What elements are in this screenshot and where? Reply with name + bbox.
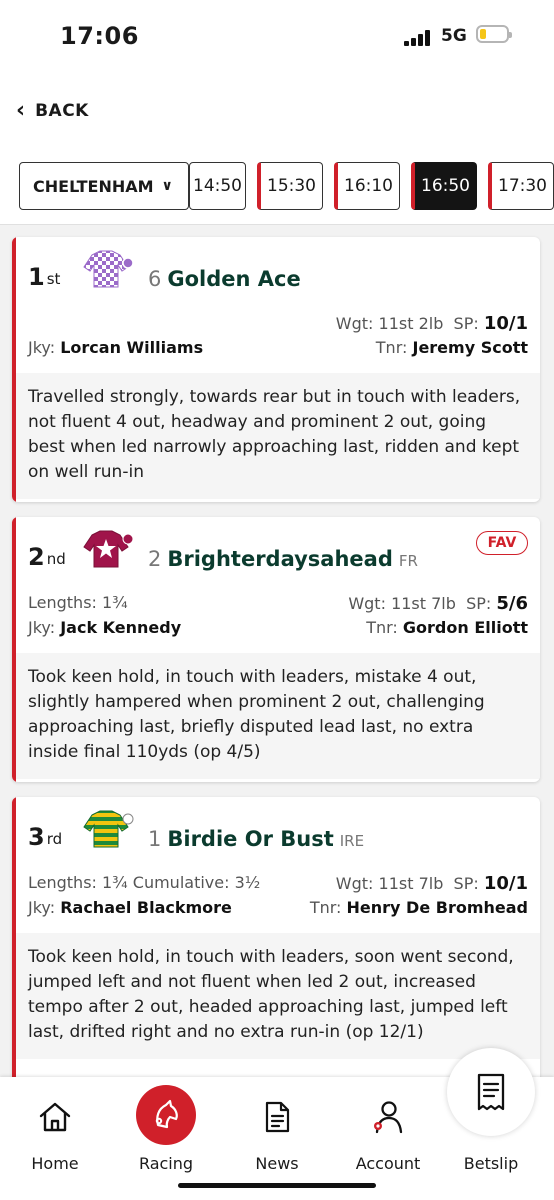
signal-icon bbox=[404, 30, 436, 46]
chevron-down-icon: ∨ bbox=[161, 178, 173, 194]
lengths-weight-sp-row: Lengths: 1¾ Wgt: 11st 7lb SP: 5/6 bbox=[28, 593, 528, 614]
back-label: BACK bbox=[35, 100, 89, 121]
jockey-silks-icon bbox=[83, 250, 134, 288]
jockey-trainer-row: Jky: Lorcan Williams Tnr: Jeremy Scott bbox=[28, 338, 528, 357]
jockey-trainer-row: Jky: Rachael Blackmore Tnr: Henry De Bro… bbox=[28, 898, 528, 917]
favourite-badge: FAV bbox=[476, 531, 528, 555]
horse-name[interactable]: 1 Birdie Or Bust IRE bbox=[148, 827, 364, 851]
tab-label: News bbox=[255, 1154, 299, 1173]
lengths-weight-sp-row: Lengths: 1¾ Cumulative: 3½ Wgt: 11st 7lb… bbox=[28, 873, 528, 894]
tab-news[interactable]: News bbox=[222, 1077, 332, 1187]
chevron-left-icon: ‹ bbox=[16, 98, 26, 123]
network-label: 5G bbox=[441, 26, 467, 46]
back-button[interactable]: ‹ BACK bbox=[16, 98, 89, 123]
race-header: ‹ BACK CHELTENHAM ∨ 14:50 15:30 16:10 16… bbox=[0, 72, 554, 225]
jockey-silks-icon bbox=[83, 810, 134, 848]
race-comment: Took keen hold, in touch with leaders, m… bbox=[16, 653, 540, 779]
betslip-receipt-icon bbox=[477, 1073, 505, 1111]
race-comment: Travelled strongly, towards rear but in … bbox=[16, 373, 540, 499]
status-bar: 17:06 5G bbox=[0, 0, 554, 72]
tab-home[interactable]: Home bbox=[0, 1077, 110, 1187]
jockey-silks-icon bbox=[83, 530, 134, 568]
battery-icon bbox=[476, 25, 512, 43]
race-time-tab[interactable]: 15:30 bbox=[257, 162, 323, 210]
race-time-tab[interactable]: 14:50 bbox=[189, 162, 246, 210]
horse-head-icon bbox=[155, 1099, 178, 1129]
result-card[interactable]: 3rd 1 Birdie Or Bust IRE Lengths: 1¾ Cumul… bbox=[12, 797, 540, 1097]
race-time-tab-selected[interactable]: 16:50 bbox=[411, 162, 477, 210]
betslip-label: Betslip bbox=[463, 1154, 519, 1173]
news-document-icon bbox=[265, 1101, 290, 1133]
home-indicator bbox=[178, 1183, 376, 1188]
venue-label: CHELTENHAM bbox=[33, 176, 154, 196]
venue-select[interactable]: CHELTENHAM ∨ bbox=[19, 162, 189, 210]
weight-sp-row: Wgt: 11st 2lb SP: 10/1 bbox=[335, 313, 528, 334]
race-time-tab[interactable]: 16:10 bbox=[334, 162, 400, 210]
tab-label: Home bbox=[31, 1154, 79, 1173]
tab-racing[interactable]: Racing bbox=[111, 1077, 221, 1187]
tab-account[interactable]: Account bbox=[333, 1077, 443, 1187]
result-card[interactable]: 2nd 2 Brighterdaysahead FR FAV Lengths: 1¾… bbox=[12, 517, 540, 782]
result-card[interactable]: 1st 6 Golden Ace Wgt: 11st 2lb SP: 10/1 J… bbox=[12, 237, 540, 502]
horse-name[interactable]: 2 Brighterdaysahead FR bbox=[148, 547, 418, 571]
finish-position: 1st bbox=[28, 263, 61, 291]
tab-label: Racing bbox=[138, 1154, 194, 1173]
race-time-tab[interactable]: 17:30 bbox=[488, 162, 554, 210]
account-user-icon bbox=[374, 1101, 403, 1134]
status-time: 17:06 bbox=[60, 22, 139, 50]
race-comment: Took keen hold, in touch with leaders, s… bbox=[16, 933, 540, 1059]
home-icon bbox=[39, 1102, 71, 1132]
horse-name[interactable]: 6 Golden Ace bbox=[148, 267, 301, 291]
finish-position: 2nd bbox=[28, 543, 66, 571]
jockey-trainer-row: Jky: Jack Kennedy Tnr: Gordon Elliott bbox=[28, 618, 528, 637]
finish-position: 3rd bbox=[28, 823, 63, 851]
betslip-button[interactable] bbox=[447, 1048, 535, 1136]
tab-label: Account bbox=[355, 1154, 421, 1173]
